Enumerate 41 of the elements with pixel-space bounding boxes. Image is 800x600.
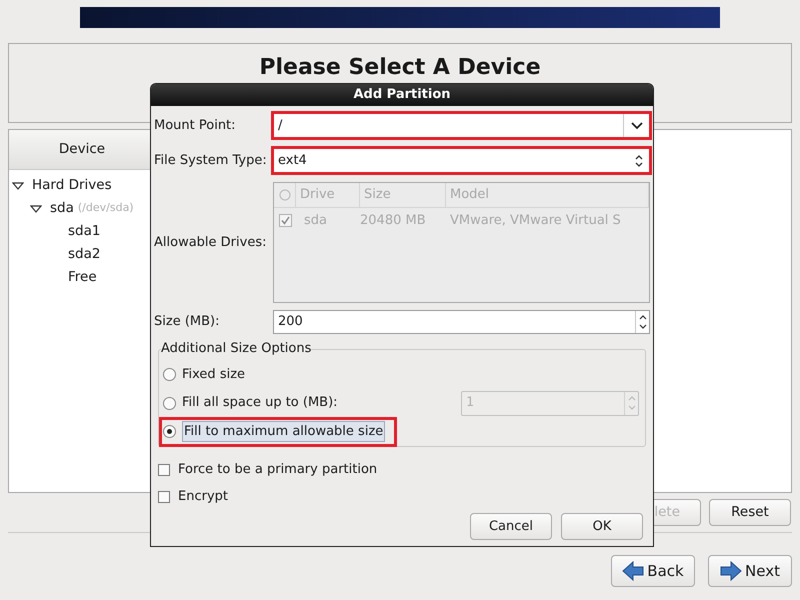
chevron-down-icon	[630, 122, 642, 130]
collapse-icon[interactable]	[12, 180, 24, 190]
collapse-icon[interactable]	[30, 204, 42, 214]
checkbox[interactable]	[278, 214, 292, 227]
up-down-icon	[634, 154, 644, 168]
mount-point-combo[interactable]: /	[273, 113, 650, 138]
radio-button	[163, 425, 176, 438]
tree-item[interactable]: sda1	[68, 221, 100, 242]
page-heading: Please Select A Device	[259, 54, 541, 82]
disabled-spinbox: 1	[461, 390, 639, 416]
tree-item[interactable]: Hard Drives	[32, 175, 112, 196]
back-button[interactable]: Back	[611, 555, 695, 587]
tree-item[interactable]: sda	[50, 198, 74, 219]
table-cell-text: 20480 MB	[360, 212, 427, 230]
size-spinbox[interactable]: 200	[273, 310, 650, 334]
next-arrow-icon	[720, 561, 742, 581]
dialog-title: Add Partition	[151, 84, 653, 106]
dialog-button[interactable]: OK	[561, 513, 643, 540]
field-label: Size (MB):	[154, 313, 220, 332]
radio-button	[163, 396, 176, 410]
table-cell-text: VMware, VMware Virtual S	[449, 212, 622, 230]
field-label: File System Type:	[154, 152, 268, 170]
radio-option[interactable]: Fixed size	[161, 361, 256, 388]
back-arrow-icon	[622, 561, 644, 581]
checkbox-option[interactable]: Force to be a primary partition	[158, 456, 650, 483]
tree-item[interactable]: sda2	[68, 244, 100, 265]
radio-button	[163, 368, 176, 381]
tree-item[interactable]: Free	[68, 267, 97, 288]
spin-arrows-icon	[626, 394, 636, 412]
field-label: Mount Point:	[154, 116, 237, 135]
circle-icon	[278, 189, 290, 201]
field-label: Allowable Drives:	[154, 234, 268, 252]
next-button[interactable]: Next	[708, 555, 792, 587]
radio-option[interactable]: Fill all space up to (MB):	[161, 390, 348, 416]
action-button[interactable]: Reset	[709, 499, 791, 526]
group-title: Additional Size Options	[161, 340, 312, 358]
tree-item-detail: (/dev/sda)	[78, 200, 134, 216]
file-system-dropdown[interactable]: ext4	[273, 148, 650, 173]
spin-arrows-icon	[638, 313, 648, 331]
table-cell-text: sda	[303, 212, 328, 230]
dialog-button[interactable]: Cancel	[470, 513, 552, 540]
